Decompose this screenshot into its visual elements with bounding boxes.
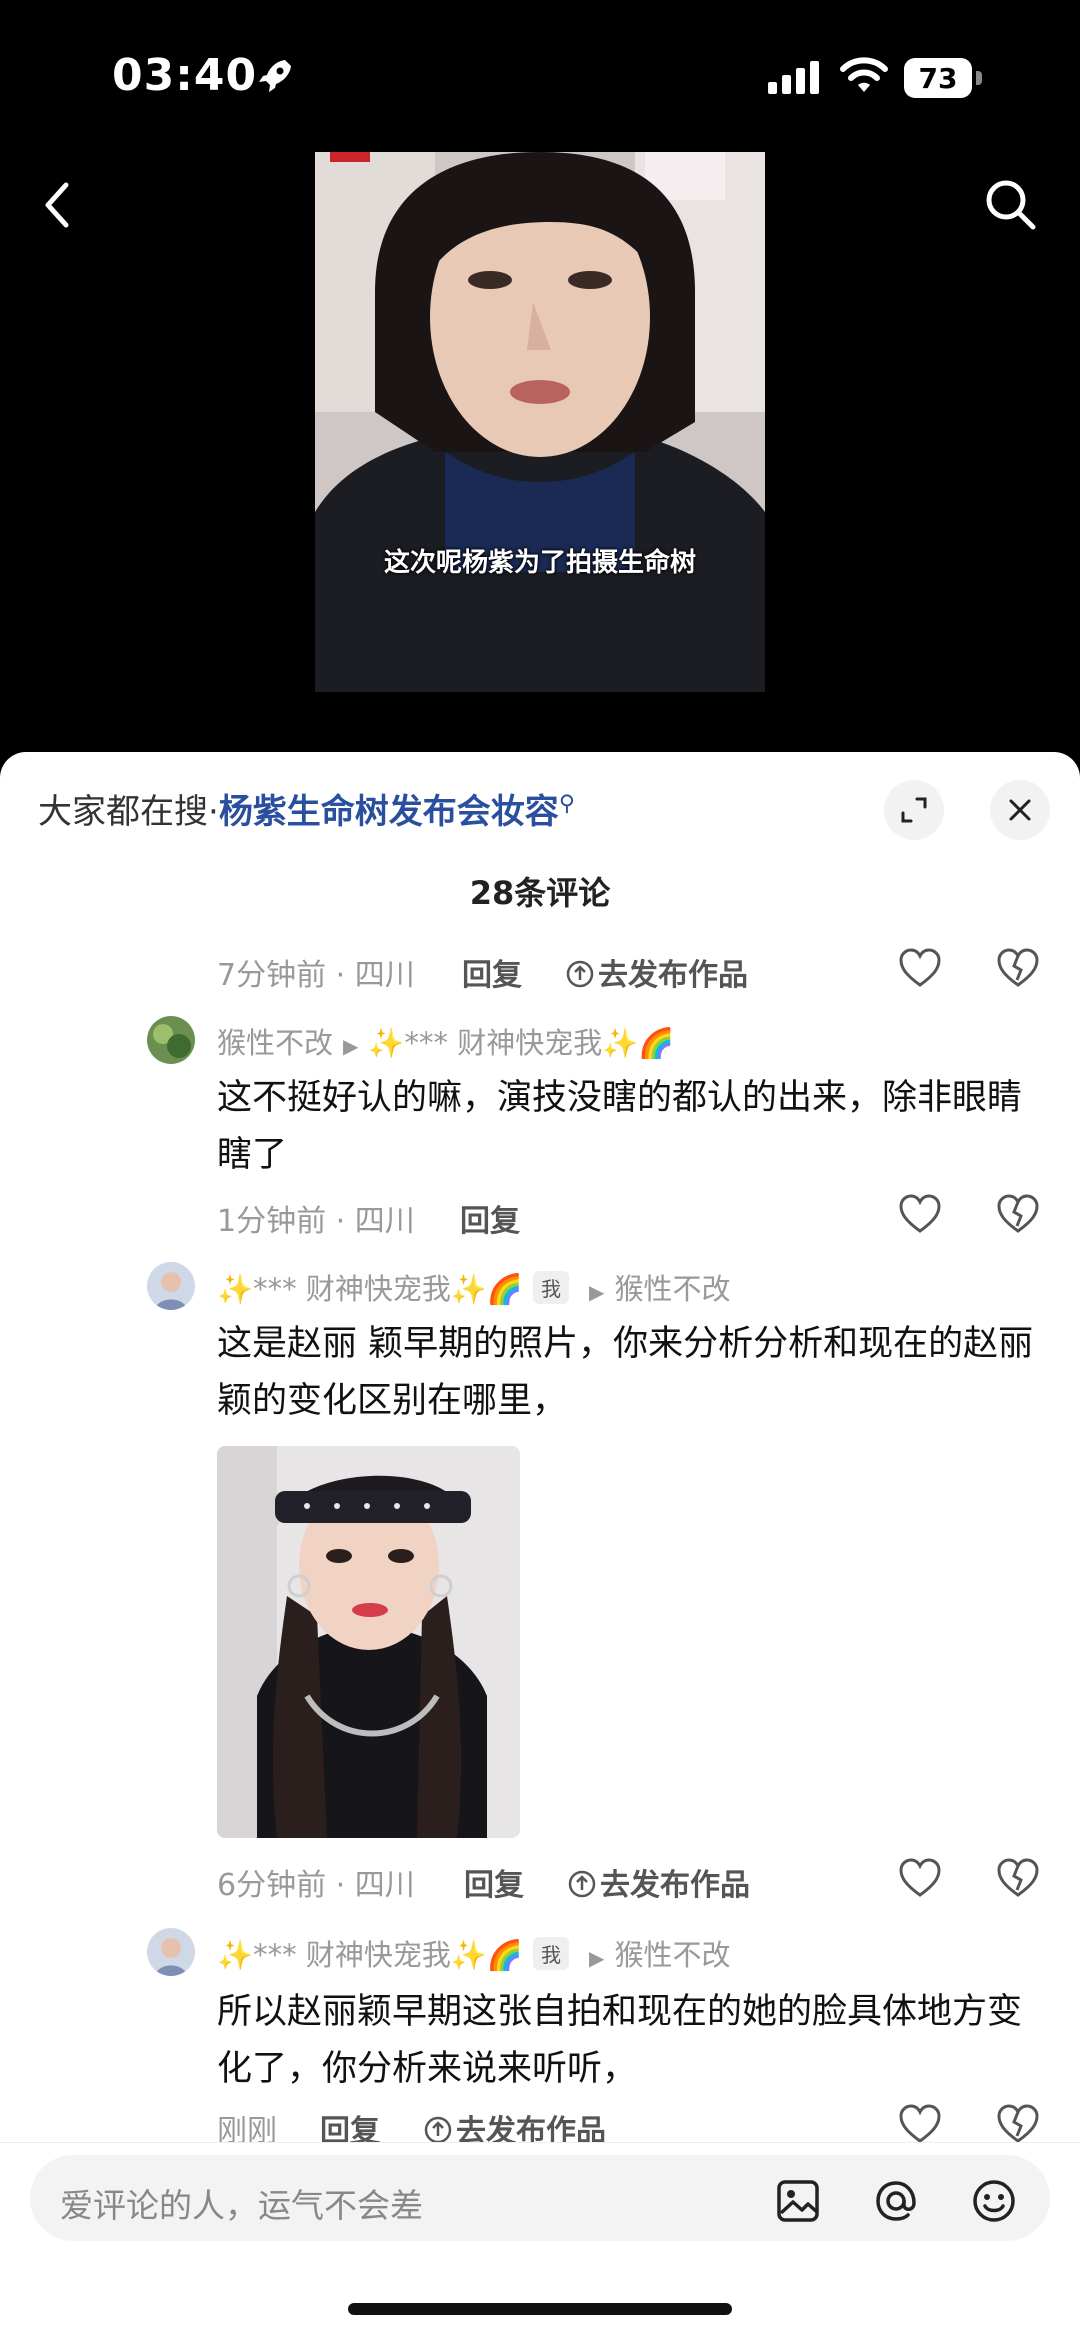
mention-icon[interactable] — [872, 2177, 920, 2225]
avatar[interactable] — [147, 1928, 195, 1976]
dislike-icon[interactable] — [996, 1858, 1040, 1898]
status-bar: 03:40 73 — [0, 0, 1080, 150]
dislike-icon[interactable] — [996, 948, 1040, 988]
publish-icon — [424, 2116, 452, 2142]
like-icon[interactable] — [898, 948, 942, 988]
publish-work-button[interactable]: 去发布作品 — [566, 950, 748, 994]
video-subtitle: 这次呢杨紫为了拍摄生命树 — [383, 548, 696, 578]
comment-time: 6分钟前 · 四川 — [217, 1868, 415, 1903]
comment-list[interactable]: 7分钟前 · 四川 回复 去发布作品 猴性不改 ▶ ✨*** 财神快宠我✨🌈 这不挺… — [0, 752, 1080, 2142]
comment-username[interactable]: 猴性不改 ▶ ✨*** 财神快宠我✨🌈 — [217, 1020, 674, 1062]
comment-input[interactable]: 爱评论的人，运气不会差 — [30, 2155, 1050, 2241]
publish-work-button[interactable]: 去发布作品 — [568, 1860, 750, 1904]
home-indicator — [348, 2303, 732, 2315]
avatar[interactable] — [147, 1016, 195, 1064]
comment-text: 这不挺好认的嘛，演技没瞎的都认的出来，除非眼睛瞎了 — [217, 1078, 1023, 1175]
rocket-icon — [259, 60, 291, 92]
comment-time: 7分钟前 · 四川 — [217, 958, 415, 993]
back-icon[interactable] — [38, 180, 78, 230]
reply-button[interactable]: 回复 — [320, 2106, 380, 2142]
comment-input-bar: 爱评论的人，运气不会差 — [0, 2142, 1080, 2346]
comment-text: 所以赵丽颖早期这张自拍和现在的她的脸具体地方变化了，你分析来说来听听， — [217, 1992, 1023, 2089]
selfie-image — [217, 1446, 520, 1838]
like-icon[interactable] — [898, 1194, 942, 1234]
like-icon[interactable] — [898, 2104, 942, 2142]
like-icon[interactable] — [898, 1858, 942, 1898]
comment-time: 刚刚 — [217, 2114, 277, 2142]
comment-sheet: 大家都在搜·杨紫生命树发布会妆容⚲ 28条评论 7分钟前 · 四川 回复 去发布… — [0, 752, 1080, 2346]
video-frame — [315, 152, 765, 692]
me-badge: 我 — [533, 1937, 570, 1970]
battery-indicator: 73 — [904, 58, 984, 98]
comment-username[interactable]: ✨*** 财神快宠我✨🌈 我 ▶ 猴性不改 — [217, 1932, 730, 1974]
comment-time: 1分钟前 · 四川 — [217, 1204, 415, 1239]
wifi-icon — [840, 57, 888, 92]
comment-username[interactable]: ✨*** 财神快宠我✨🌈 我 ▶ 猴性不改 — [217, 1266, 730, 1308]
dislike-icon[interactable] — [996, 2104, 1040, 2142]
search-icon[interactable] — [982, 176, 1038, 232]
comment-input-placeholder: 爱评论的人，运气不会差 — [60, 2186, 423, 2225]
publish-work-button[interactable]: 去发布作品 — [424, 2106, 606, 2142]
publish-icon — [566, 960, 594, 988]
me-badge: 我 — [533, 1271, 570, 1304]
publish-icon — [568, 1870, 596, 1898]
image-icon[interactable] — [774, 2177, 822, 2225]
signal-icon — [768, 61, 819, 94]
reply-button[interactable]: 回复 — [462, 950, 522, 994]
emoji-icon[interactable] — [970, 2177, 1018, 2225]
reply-button[interactable]: 回复 — [464, 1860, 524, 1904]
avatar[interactable] — [147, 1262, 195, 1310]
dislike-icon[interactable] — [996, 1194, 1040, 1234]
status-time: 03:40 — [112, 50, 258, 101]
reply-button[interactable]: 回复 — [460, 1196, 520, 1240]
comment-text: 这是赵丽 颖早期的照片，你来分析分析和现在的赵丽颖的变化区别在哪里， — [217, 1324, 1034, 1421]
comment-image[interactable] — [217, 1446, 520, 1838]
video-player[interactable]: 这次呢杨紫为了拍摄生命树 — [315, 152, 765, 692]
